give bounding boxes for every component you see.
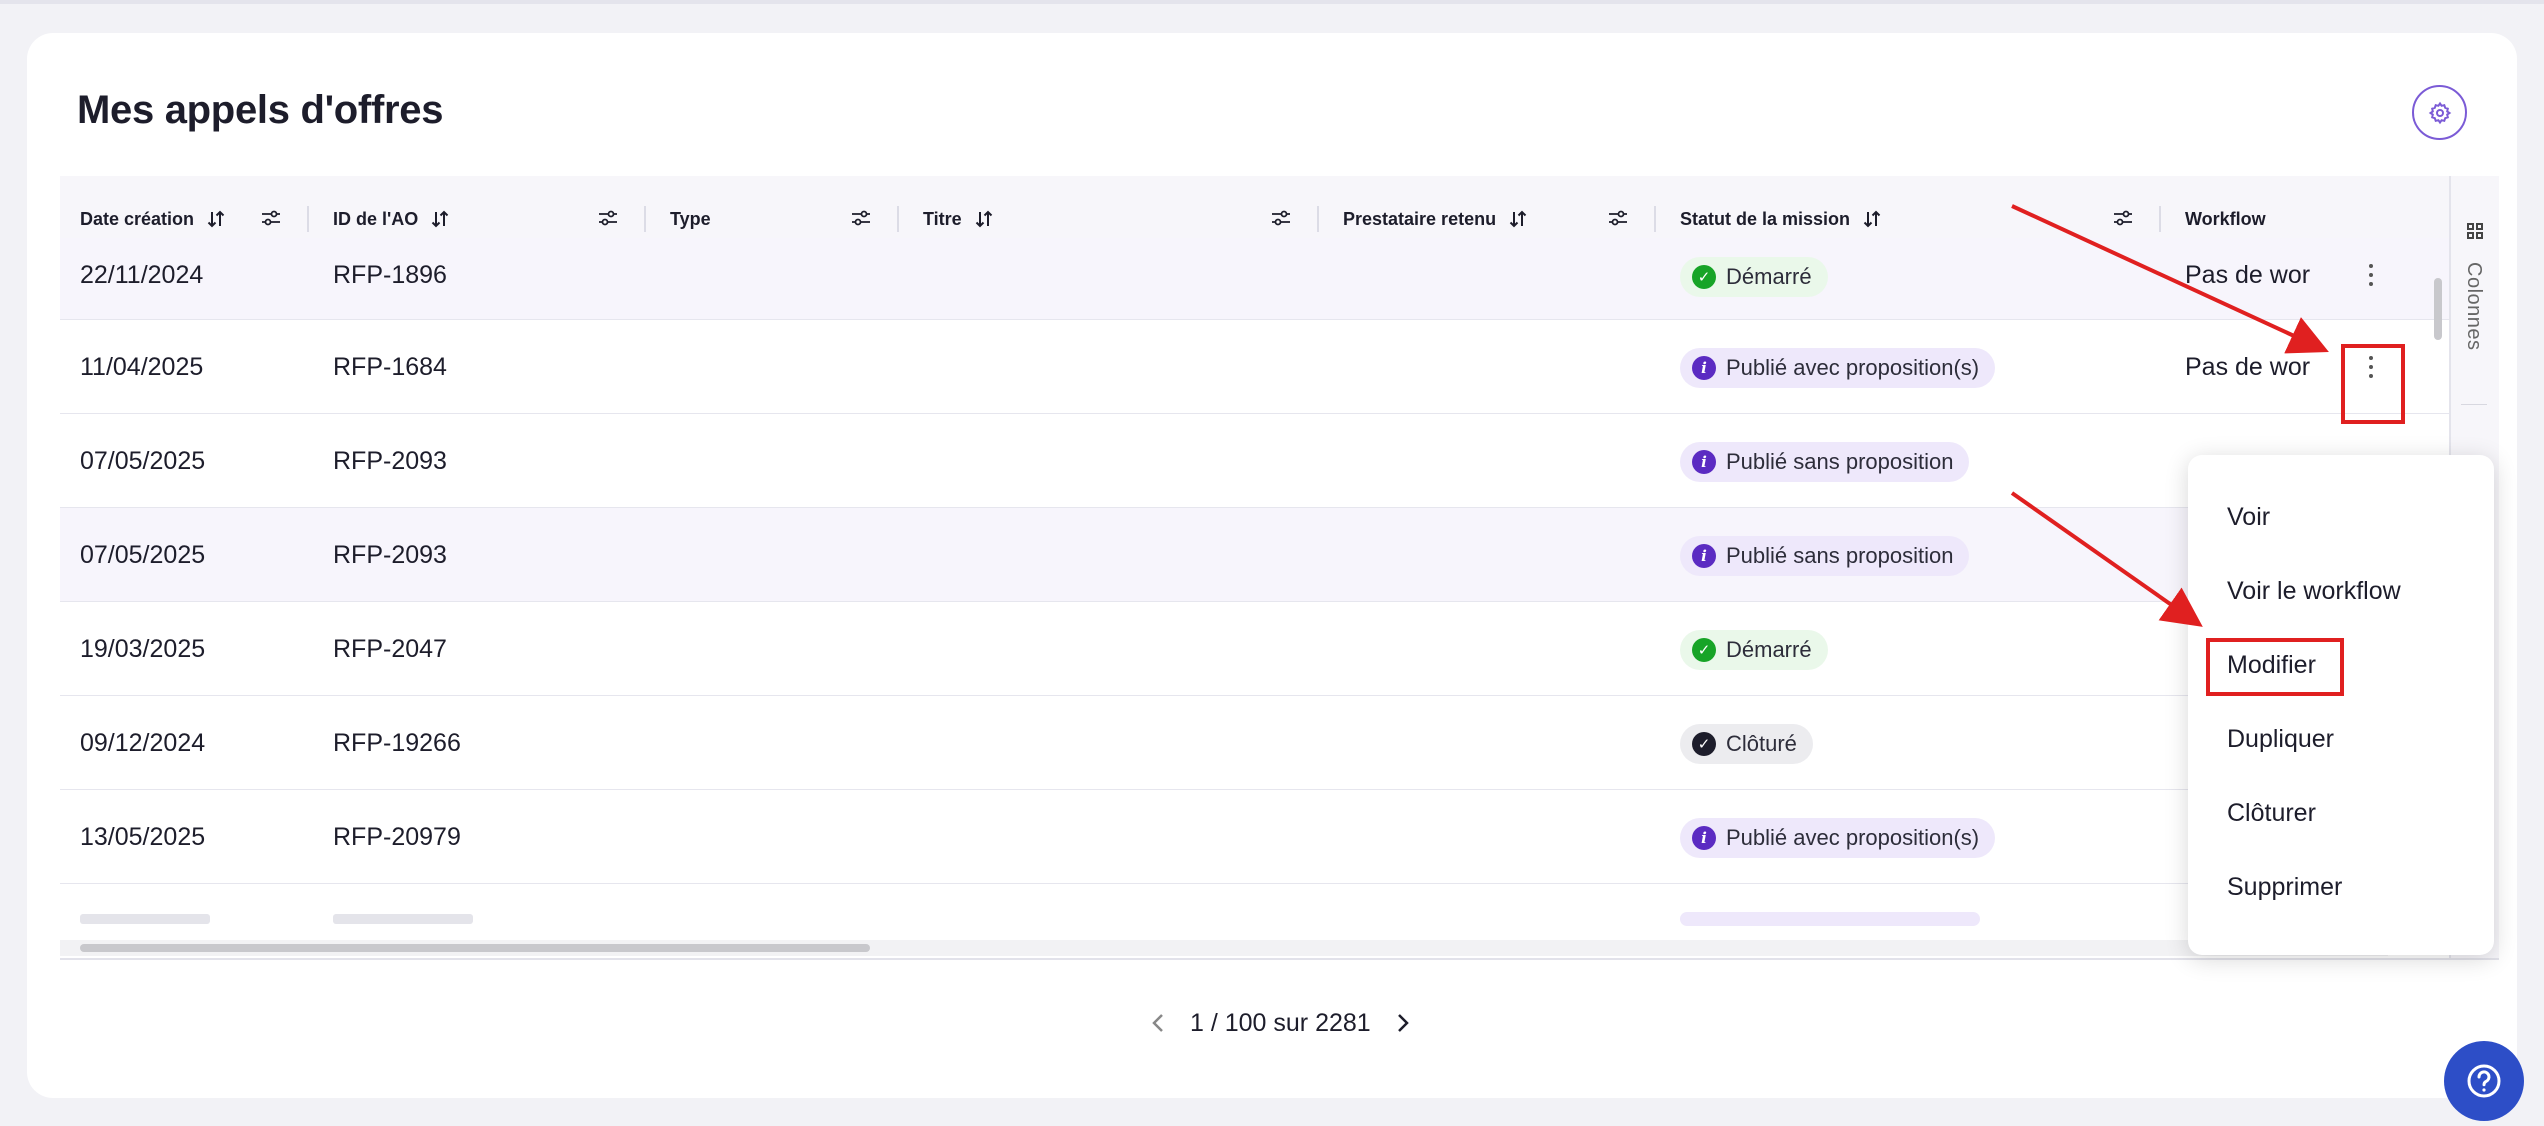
chevron-right-icon[interactable]: [1391, 1010, 1413, 1036]
arrow-to-modifier: [2010, 491, 2203, 627]
chevron-left-icon[interactable]: [1148, 1010, 1170, 1036]
pagination: 1 / 100 sur 2281: [1148, 1005, 1413, 1041]
help-icon: [2467, 1064, 2501, 1098]
pagination-text: 1 / 100 sur 2281: [1190, 1008, 1371, 1037]
arrow-to-kebab: [2011, 204, 2329, 354]
help-button[interactable]: [2444, 1041, 2524, 1121]
annotation-arrows: [2010, 204, 2329, 627]
